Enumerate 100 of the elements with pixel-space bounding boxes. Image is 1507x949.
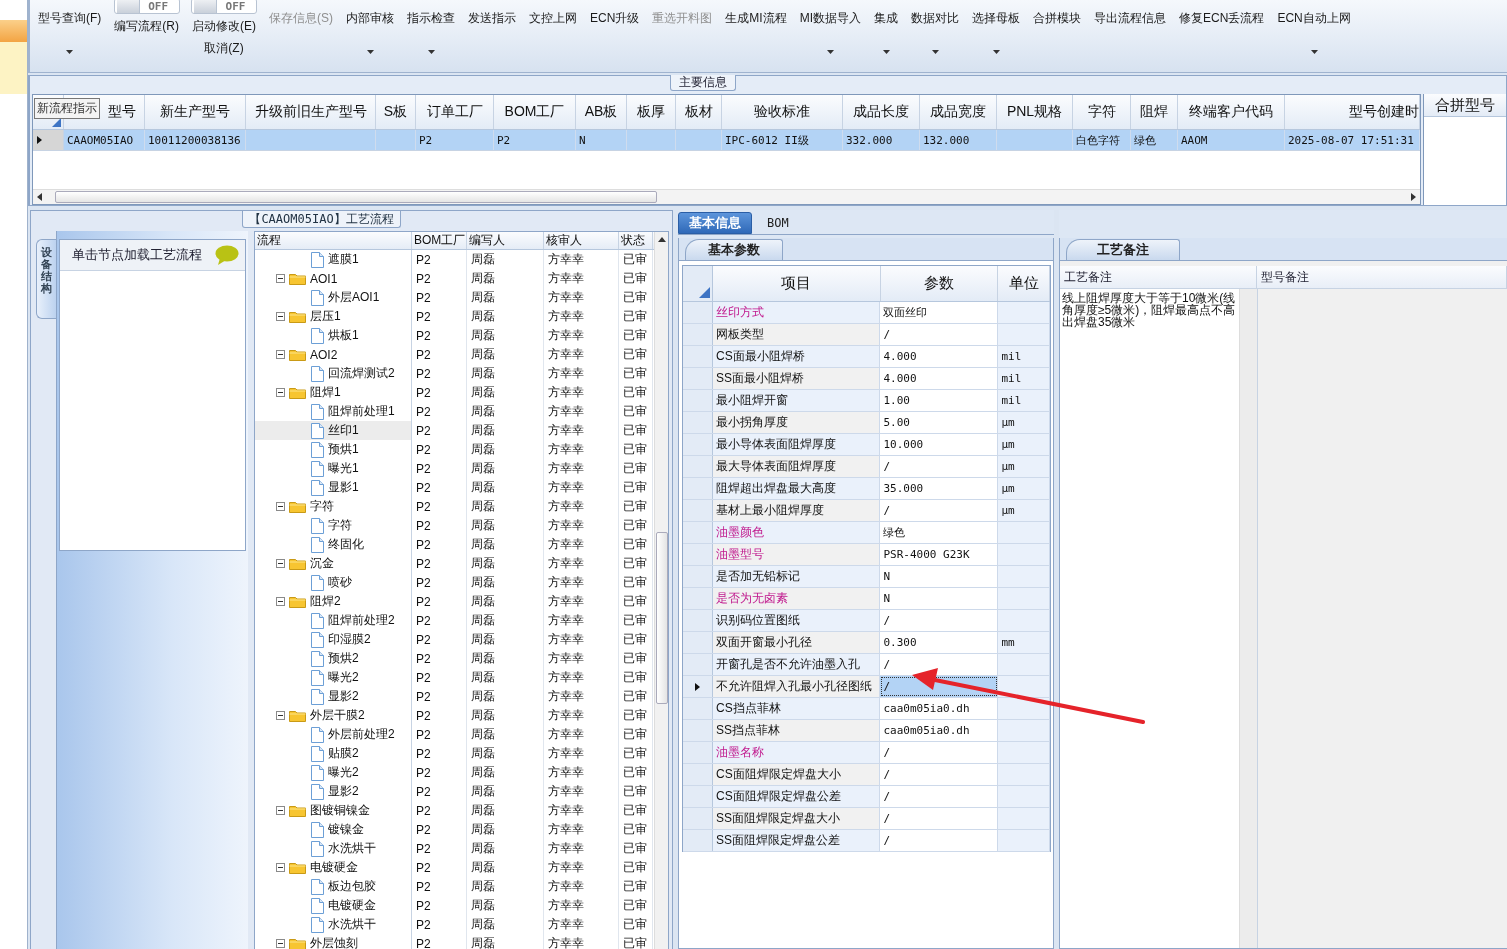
- tree-item[interactable]: 遮膜1: [328, 251, 359, 268]
- toolbar-button[interactable]: 修复ECN丢流程: [1177, 0, 1267, 66]
- toolbar-button[interactable]: 选择母板: [970, 0, 1023, 66]
- column-header[interactable]: 新生产型号: [160, 103, 230, 121]
- tree-item[interactable]: 电镀硬金: [328, 897, 376, 914]
- table-row[interactable]: 最小导体表面阻焊厚度 10.000 μm: [683, 434, 1050, 456]
- toolbar-button[interactable]: 数据对比: [909, 0, 962, 66]
- table-row[interactable]: 油墨型号 PSR-4000 G23K: [683, 544, 1050, 566]
- tree-item[interactable]: 阻焊前处理2: [328, 612, 395, 629]
- tree-item[interactable]: 水洗烘干: [328, 916, 376, 933]
- column-header[interactable]: 成品宽度: [930, 103, 986, 121]
- toolbar-button[interactable]: 合拼模块: [1031, 0, 1084, 66]
- column-header[interactable]: S板: [383, 103, 408, 121]
- tree-item[interactable]: 丝印1: [328, 422, 359, 439]
- toolbar-button[interactable]: ECN自动上网: [1275, 0, 1353, 66]
- toolbar-button[interactable]: 生成MI流程: [723, 0, 789, 66]
- toolbar-button[interactable]: 导出流程信息: [1092, 0, 1169, 66]
- toolbar-button[interactable]: ECN升级: [588, 0, 642, 66]
- tree-item[interactable]: 水洗烘干: [328, 840, 376, 857]
- tree-item[interactable]: 显影2: [328, 783, 359, 800]
- column-header[interactable]: 订单工厂: [426, 103, 483, 121]
- vertical-scrollbar[interactable]: [1240, 289, 1258, 948]
- table-row[interactable]: CS面最小阻焊桥 4.000 mil: [683, 346, 1050, 368]
- tree-item[interactable]: 外层蚀刻: [310, 935, 358, 949]
- column-header[interactable]: 板材: [684, 103, 713, 121]
- tree-item[interactable]: 图镀铜镍金: [310, 802, 370, 819]
- toolbar-button[interactable]: 文控上网: [527, 0, 579, 66]
- column-header[interactable]: 参数: [923, 274, 954, 293]
- column-header[interactable]: 型号备注: [1261, 268, 1309, 286]
- toolbar-button[interactable]: 型号查询(F): [36, 0, 104, 66]
- column-header[interactable]: 板厚: [637, 103, 665, 121]
- table-row[interactable]: 阻焊超出焊盘最大高度 35.000 μm: [683, 478, 1050, 500]
- toolbar-button[interactable]: 集成: [872, 0, 901, 66]
- column-header[interactable]: 流程: [257, 232, 281, 249]
- horizontal-scrollbar[interactable]: [33, 189, 1420, 204]
- toolbar-button[interactable]: 启动修改(E): [190, 17, 258, 36]
- tree-item[interactable]: AOI1: [310, 271, 338, 286]
- column-header[interactable]: 验收标准: [754, 103, 810, 121]
- column-header[interactable]: 核审人: [546, 232, 582, 249]
- tree-item[interactable]: 外层干膜2: [310, 707, 365, 724]
- toggle-switch[interactable]: OFF: [191, 0, 257, 14]
- vertical-scrollbar[interactable]: [654, 232, 668, 949]
- toolbar-button[interactable]: 指示检查: [405, 0, 457, 66]
- tree-item[interactable]: 字符: [310, 498, 334, 515]
- tree-item[interactable]: AOI2: [310, 347, 338, 362]
- tree-item[interactable]: 镀镍金: [328, 821, 364, 838]
- tree-item[interactable]: 贴膜2: [328, 745, 359, 762]
- table-row[interactable]: 开窗孔是否不允许油墨入孔 /: [683, 654, 1050, 676]
- tree-item[interactable]: 层压1: [310, 308, 341, 325]
- column-header[interactable]: 升级前旧生产型号: [254, 103, 367, 121]
- column-header[interactable]: AB板: [584, 103, 618, 121]
- table-row[interactable]: 是否为无卤素 N: [683, 588, 1050, 610]
- toolbar-button[interactable]: 取消(Z): [202, 39, 246, 58]
- side-tab[interactable]: 设备结构: [36, 239, 56, 319]
- column-header[interactable]: 单位: [1008, 274, 1039, 293]
- table-row[interactable]: 是否加无铅标记 N: [683, 566, 1050, 588]
- table-row[interactable]: 最小拐角厚度 5.00 μm: [683, 412, 1050, 434]
- tree-item[interactable]: 字符: [328, 517, 352, 534]
- tree-item[interactable]: 烘板1: [328, 327, 359, 344]
- table-row[interactable]: SS面阻焊限定焊盘公差 /: [683, 830, 1050, 852]
- table-row[interactable]: 不允许阻焊入孔最小孔径图纸 /: [683, 676, 1050, 698]
- tree-item[interactable]: 阻焊2: [310, 593, 341, 610]
- column-header[interactable]: BOM工厂: [504, 103, 565, 121]
- tab[interactable]: BOM: [756, 212, 800, 234]
- tree-item[interactable]: 预烘1: [328, 441, 359, 458]
- toolbar-button[interactable]: 发送指示: [466, 0, 518, 66]
- column-header[interactable]: 工艺备注: [1064, 268, 1112, 286]
- table-row[interactable]: 基材上最小阻焊厚度 / μm: [683, 500, 1050, 522]
- tree-item[interactable]: 阻焊前处理1: [328, 403, 395, 420]
- table-row[interactable]: 最小阻焊开窗 1.00 mil: [683, 390, 1050, 412]
- column-header[interactable]: 字符: [1087, 103, 1116, 121]
- tab[interactable]: 工艺备注: [1066, 239, 1180, 260]
- toolbar-button[interactable]: MI数据导入: [797, 0, 864, 66]
- table-row[interactable]: CS面阻焊限定焊盘公差 /: [683, 786, 1050, 808]
- tree-item[interactable]: 曝光2: [328, 764, 359, 781]
- tree-item[interactable]: 外层AOI1: [328, 289, 380, 306]
- toolbar-button[interactable]: 编写流程(R): [112, 17, 181, 36]
- tree-item[interactable]: 曝光1: [328, 460, 359, 477]
- table-row[interactable]: SS面阻焊限定焊盘大小 /: [683, 808, 1050, 830]
- tree-item[interactable]: 预烘2: [328, 650, 359, 667]
- tab[interactable]: 基本信息: [678, 212, 752, 234]
- column-header[interactable]: 型号: [108, 103, 136, 121]
- tree-item[interactable]: 喷砂: [328, 574, 352, 591]
- tree-item[interactable]: 板边包胶: [328, 878, 376, 895]
- tree-item[interactable]: 电镀硬金: [310, 859, 358, 876]
- tree-item[interactable]: 外层前处理2: [328, 726, 395, 743]
- column-header[interactable]: 阻焊: [1140, 103, 1168, 121]
- table-row[interactable]: 识别码位置图纸 /: [683, 610, 1050, 632]
- scroll-thumb[interactable]: [655, 532, 668, 704]
- column-header[interactable]: 终端客户代码: [1189, 103, 1273, 121]
- table-row[interactable]: 油墨名称 /: [683, 742, 1050, 764]
- table-row[interactable]: CS面阻焊限定焊盘大小 /: [683, 764, 1050, 786]
- column-header[interactable]: PNL规格: [1006, 103, 1063, 121]
- table-row[interactable]: CAAOM05IAO 10011200038136 P2 P2 N IPC-6012 II级 332.000 132.000 白色字符 绿色 AAOM 2025-08-07 17:51:31: [33, 130, 1420, 151]
- tree-item[interactable]: 曝光2: [328, 669, 359, 686]
- column-header[interactable]: 项目: [781, 274, 812, 293]
- table-row[interactable]: 丝印方式 双面丝印: [683, 302, 1050, 324]
- tree-item[interactable]: 显影1: [328, 479, 359, 496]
- tab[interactable]: 基本参数: [685, 239, 783, 260]
- table-row[interactable]: SS挡点菲林 caa0m05ia0.dh: [683, 720, 1050, 742]
